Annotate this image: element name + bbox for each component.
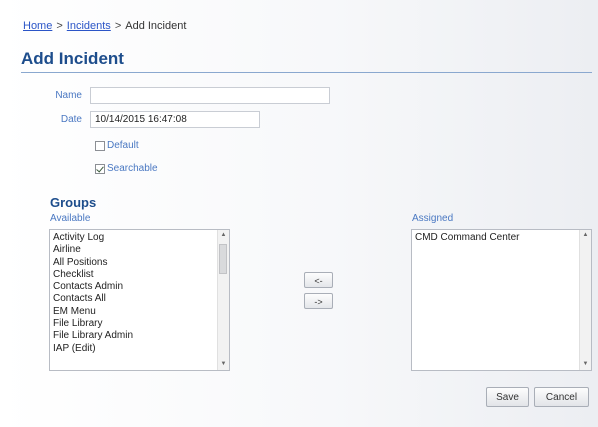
scroll-up-icon[interactable]: ▲	[218, 230, 229, 241]
scroll-down-icon[interactable]: ▼	[580, 359, 591, 370]
scroll-thumb[interactable]	[219, 244, 227, 274]
cancel-button[interactable]: Cancel	[534, 387, 589, 407]
breadcrumb-home-link[interactable]: Home	[23, 20, 52, 32]
default-checkbox[interactable]	[95, 140, 105, 151]
list-item[interactable]: CMD Command Center	[415, 232, 577, 244]
list-item[interactable]: Checklist	[53, 269, 215, 281]
list-item[interactable]: IAP (Edit)	[53, 343, 215, 355]
save-button[interactable]: Save	[486, 387, 529, 407]
breadcrumb-separator: >	[56, 20, 63, 32]
list-item[interactable]: File Library Admin	[53, 330, 215, 342]
add-incident-page: Home > Incidents > Add Incident Add Incident…	[0, 0, 598, 427]
scroll-down-icon[interactable]: ▼	[218, 359, 229, 370]
breadcrumb: Home > Incidents > Add Incident	[23, 20, 186, 32]
list-item[interactable]: EM Menu	[53, 306, 215, 318]
assigned-label: Assigned	[412, 213, 454, 224]
remove-group-button[interactable]: ->	[304, 293, 333, 309]
groups-heading: Groups	[50, 195, 97, 210]
name-label: Name	[55, 90, 82, 101]
list-item[interactable]: Activity Log	[53, 232, 215, 244]
available-list-scrollbar[interactable]: ▲ ▼	[217, 230, 229, 370]
date-input[interactable]	[90, 111, 260, 128]
searchable-checkbox[interactable]	[95, 163, 105, 174]
list-item[interactable]: Contacts Admin	[53, 281, 215, 293]
add-group-button[interactable]: <-	[304, 272, 333, 288]
name-input[interactable]	[90, 87, 330, 104]
title-divider	[21, 72, 592, 73]
breadcrumb-separator: >	[114, 20, 122, 32]
available-label: Available	[50, 213, 91, 224]
searchable-checkbox-label: Searchable	[107, 163, 158, 174]
assigned-groups-items: CMD Command Center	[415, 232, 577, 244]
list-item[interactable]: Airline	[53, 244, 215, 256]
searchable-checkbox-row[interactable]: Searchable	[95, 163, 158, 174]
available-groups-list[interactable]: Activity Log Airline All Positions Checklis…	[49, 229, 230, 371]
list-item[interactable]: Contacts All	[53, 293, 215, 305]
breadcrumb-incidents-link[interactable]: Incidents	[67, 20, 111, 32]
date-label: Date	[60, 114, 82, 125]
available-groups-items: Activity Log Airline All Positions Checklis…	[53, 232, 215, 355]
assigned-list-scrollbar[interactable]: ▲ ▼	[579, 230, 591, 370]
breadcrumb-current: Add Incident	[125, 20, 187, 32]
default-checkbox-label: Default	[107, 140, 139, 151]
page-title: Add Incident	[21, 49, 124, 68]
scroll-up-icon[interactable]: ▲	[580, 230, 591, 241]
list-item[interactable]: All Positions	[53, 257, 215, 269]
default-checkbox-row[interactable]: Default	[95, 140, 139, 151]
list-item[interactable]: File Library	[53, 318, 215, 330]
assigned-groups-list[interactable]: CMD Command Center ▲ ▼	[411, 229, 592, 371]
